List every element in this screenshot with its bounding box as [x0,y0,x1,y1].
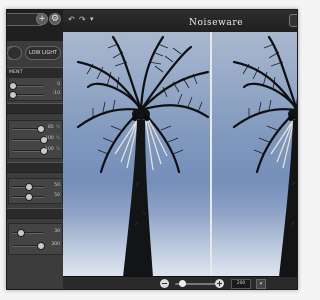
slider-value[interactable]: 100% [45,135,60,142]
image-preview[interactable] [63,32,297,276]
cancel-button[interactable]: CANCEL [289,14,297,27]
slider-row: 50 [9,192,62,201]
slider-row: 85% [9,124,62,133]
add-preset-button[interactable]: + [36,13,48,25]
slider-group-4: 30 300 [8,223,63,255]
zoom-slider[interactable] [175,280,219,287]
slider-row: 300 [9,241,62,250]
zoom-toolbar: − + 200 ▾ [63,276,297,289]
history-dropdown-icon[interactable]: ▾ [90,15,94,23]
plus-icon: + [216,279,223,288]
slider-track[interactable] [9,82,43,90]
zoom-out-button[interactable]: − [160,279,169,288]
slider-track[interactable] [13,183,43,191]
app-title: Noiseware [189,18,244,28]
slider-track[interactable] [13,125,45,133]
title-bar: ↶ ↷ ▾ Noiseware CANCEL [63,10,297,32]
slider-value[interactable]: 50 [45,182,60,189]
slider-track[interactable] [13,193,43,201]
slider-knob[interactable] [25,183,33,191]
chevron-down-icon: ▾ [259,281,263,287]
slider-value[interactable]: 100% [45,146,60,153]
redo-icon[interactable]: ↷ [79,16,86,24]
slider-row: -10 [9,90,62,99]
slider-knob[interactable] [9,82,17,90]
section-header-4[interactable] [7,208,63,219]
slider-group-1: 0 -10 [8,77,63,101]
slider-track[interactable] [9,91,43,99]
panel-toolbar: + ⚙ [7,10,63,41]
slider-track[interactable] [13,147,48,155]
mode-button-default[interactable] [7,46,22,60]
app-window: + ⚙ LOW LIGHT MENT 0 -10 85% 100 % 100 %… [6,9,298,290]
palm-tree-image [63,32,297,276]
settings-panel: + ⚙ LOW LIGHT MENT 0 -10 85% 100 % 100 %… [7,10,63,289]
low-light-button[interactable]: LOW LIGHT [25,46,61,60]
zoom-slider-knob[interactable] [179,280,186,287]
plus-icon: + [38,14,46,24]
slider-row: 50 [9,182,62,191]
slider-track[interactable] [13,136,48,144]
zoom-level-field[interactable]: 200 [231,279,251,289]
slider-value[interactable]: 0 [45,81,60,88]
slider-value[interactable]: -10 [45,90,60,97]
gear-icon: ⚙ [50,14,60,24]
split-view-divider[interactable] [210,32,212,276]
slider-row: 0 [9,81,62,90]
slider-value[interactable]: 300 [45,241,60,248]
slider-knob[interactable] [9,91,17,99]
slider-knob[interactable] [37,125,45,133]
settings-button[interactable]: ⚙ [49,13,61,25]
minus-icon: − [161,279,168,288]
section-header-2[interactable] [7,103,63,114]
slider-value[interactable]: 50 [45,192,60,199]
slider-row: 100% [9,135,62,144]
zoom-in-button[interactable]: + [215,279,224,288]
section-header-3[interactable] [7,162,63,173]
undo-icon[interactable]: ↶ [68,16,75,24]
slider-group-3: 50 50 [8,178,63,204]
slider-group-2: 85% 100% 100% [8,120,63,159]
slider-knob[interactable] [17,229,25,237]
slider-knob[interactable] [37,242,45,250]
slider-knob[interactable] [25,193,33,201]
slider-value[interactable]: 85% [45,124,60,131]
slider-track[interactable] [13,229,43,237]
slider-value[interactable]: 30 [45,228,60,235]
slider-track[interactable] [13,242,45,250]
slider-row: 100% [9,146,62,155]
slider-row: 30 [9,228,62,237]
zoom-dropdown-button[interactable]: ▾ [256,279,266,289]
